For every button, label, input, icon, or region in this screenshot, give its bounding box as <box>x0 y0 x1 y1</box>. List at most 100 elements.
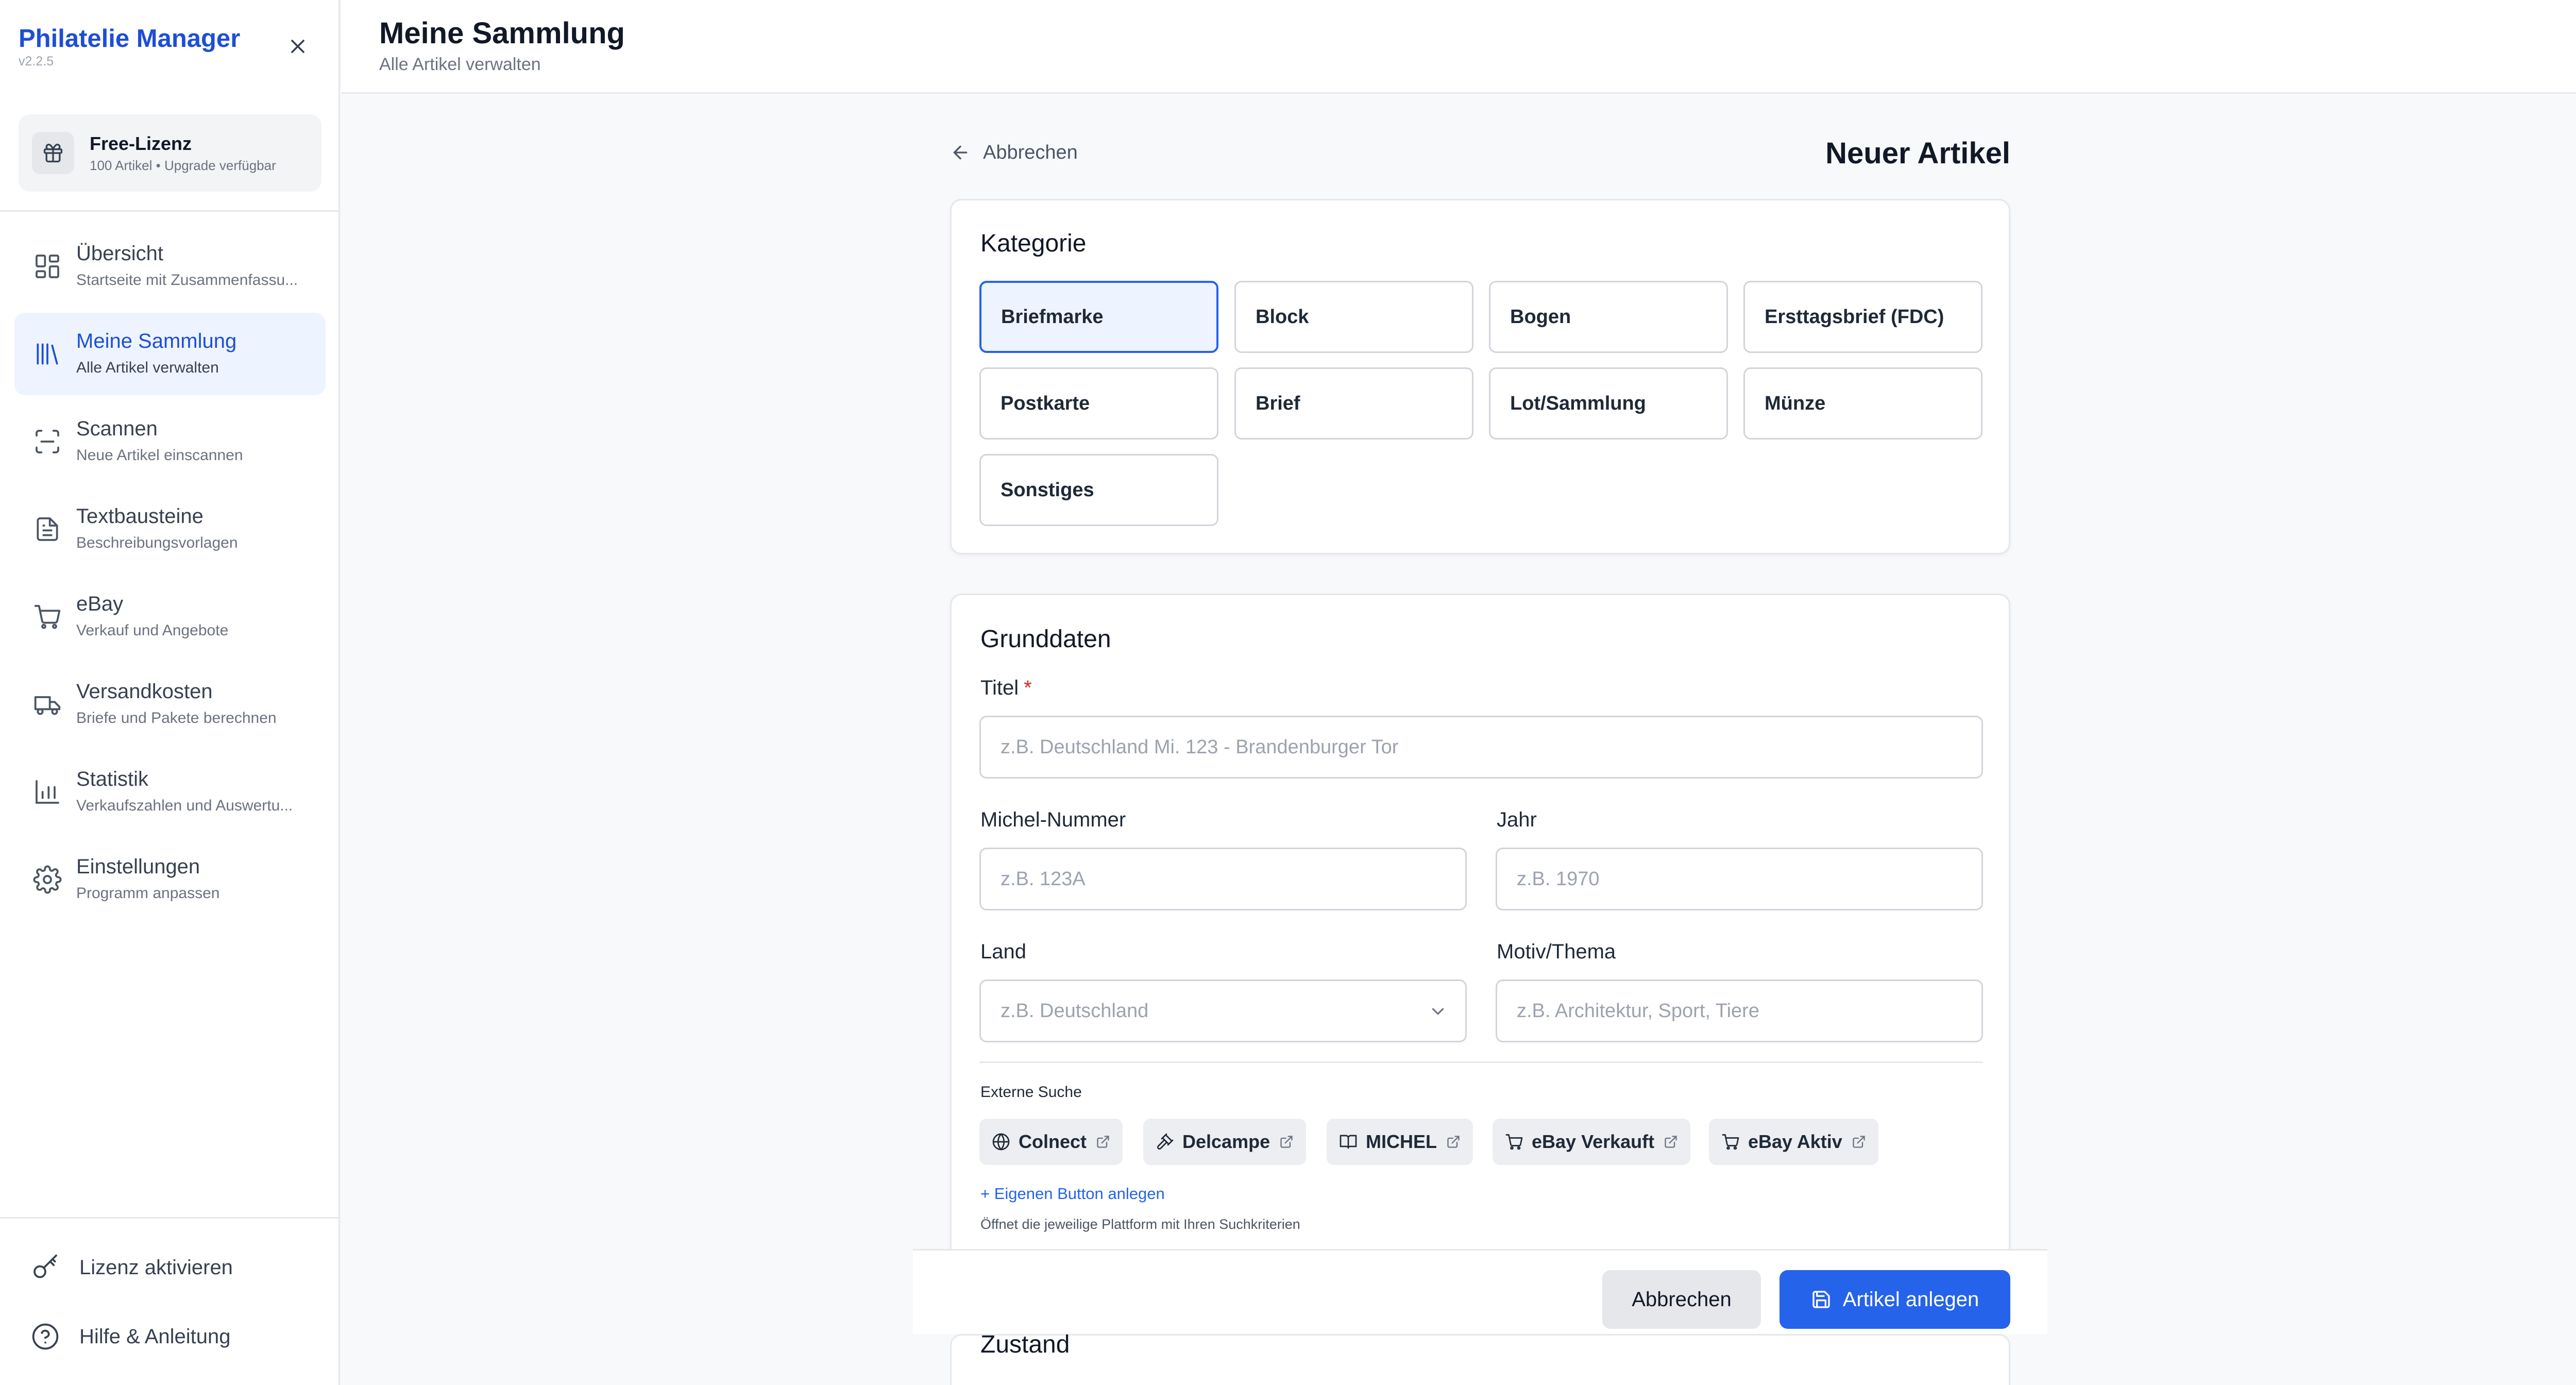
dashboard-grid-icon <box>36 255 59 278</box>
ebay-active-button[interactable]: eBay Aktiv <box>1709 1119 1878 1165</box>
sidebar-item-label: Scannen <box>76 417 158 440</box>
license-title: Free-Lizenz <box>90 133 192 154</box>
ebay-sold-button[interactable]: eBay Verkauft <box>1493 1119 1691 1165</box>
license-icon-box <box>32 132 74 174</box>
scan-icon <box>36 430 59 453</box>
chevron-down-icon <box>1432 1008 1444 1015</box>
license-card[interactable]: Free-Lizenz 100 Artikel • Upgrade verfüg… <box>19 114 321 192</box>
colnect-label: Colnect <box>1019 1131 1087 1152</box>
gavel-icon <box>1157 1133 1174 1150</box>
help-link[interactable]: Hilfe & Anleitung <box>31 1316 231 1357</box>
sidebar-item-sub: Verkaufszahlen und Auswertu... <box>76 797 293 814</box>
category-card: Kategorie Briefmarke Block Bogen Ersttag… <box>950 199 2010 554</box>
sidebar-item-label: Statistik <box>76 768 149 790</box>
michel-button[interactable]: MICHEL <box>1327 1119 1473 1165</box>
sidebar-item-versandkosten[interactable]: Versandkosten Briefe und Pakete berechne… <box>14 663 326 746</box>
category-title: Kategorie <box>980 230 1087 257</box>
sidebar-item-scannen[interactable]: Scannen Neue Artikel einscannen <box>14 400 326 483</box>
basics-card: Grunddaten Titel * z.B. Deutschland Mi. 1… <box>950 594 2010 1263</box>
close-icon <box>291 40 304 53</box>
category-option-brief[interactable]: Brief <box>1234 367 1473 440</box>
sidebar-bottom-divider <box>0 1217 340 1219</box>
year-input[interactable]: z.B. 1970 <box>1496 848 1983 910</box>
year-placeholder: z.B. 1970 <box>1517 868 1600 890</box>
page-title: Meine Sammlung <box>379 16 625 50</box>
cart-icon <box>1722 1134 1739 1150</box>
title-input[interactable]: z.B. Deutschland Mi. 123 - Brandenburger… <box>979 716 1983 779</box>
external-search-hint: Öffnet die jeweilige Plattform mit Ihren… <box>980 1217 1300 1232</box>
country-label: Land <box>980 940 1026 963</box>
gift-icon <box>43 143 63 163</box>
condition-title: Zustand <box>980 1331 1070 1358</box>
cancel-button[interactable]: Abbrechen <box>1602 1270 1761 1329</box>
sidebar-item-uebersicht[interactable]: Übersicht Startseite mit Zusammenfassu..… <box>14 225 326 308</box>
create-article-button[interactable]: Artikel anlegen <box>1780 1270 2010 1329</box>
external-link-icon <box>1097 1136 1109 1148</box>
sidebar-item-ebay[interactable]: eBay Verkauf und Angebote <box>14 576 326 658</box>
plus-icon: + <box>980 1185 990 1203</box>
gear-icon <box>33 865 62 894</box>
category-option-block[interactable]: Block <box>1234 281 1473 353</box>
required-mark: * <box>1024 677 1032 699</box>
back-cancel-link[interactable]: Abbrechen <box>950 137 1078 168</box>
michel-placeholder: z.B. 123A <box>1001 868 1086 890</box>
library-icon <box>37 343 58 365</box>
category-option-bogen[interactable]: Bogen <box>1489 281 1728 353</box>
sidebar-item-einstellungen[interactable]: Einstellungen Programm anpassen <box>14 838 326 921</box>
external-link-icon <box>1447 1136 1460 1148</box>
sidebar-item-sub: Verkauf und Angebote <box>76 622 229 639</box>
globe-icon <box>992 1133 1010 1151</box>
sidebar-item-sub: Programm anpassen <box>76 885 220 902</box>
form-heading: Neuer Artikel <box>1825 137 2010 170</box>
external-search-label: Externe Suche <box>980 1084 1082 1101</box>
motif-input[interactable]: z.B. Architektur, Sport, Tiere <box>1496 979 1983 1042</box>
category-option-muenze[interactable]: Münze <box>1743 367 1982 440</box>
page-header: Meine Sammlung Alle Artikel verwalten <box>342 0 2576 94</box>
external-link-icon <box>1280 1136 1293 1148</box>
title-field-label: Titel * <box>980 677 1032 700</box>
title-label-text: Titel <box>980 677 1019 699</box>
title-placeholder: z.B. Deutschland Mi. 123 - Brandenburger… <box>1001 736 1399 758</box>
category-option-briefmarke[interactable]: Briefmarke <box>979 281 1218 353</box>
sidebar-item-statistik[interactable]: Statistik Verkaufszahlen und Auswertu... <box>14 751 326 833</box>
sidebar-item-label: eBay <box>76 593 124 615</box>
help-circle-icon <box>32 1323 59 1350</box>
external-link-icon <box>1665 1136 1677 1148</box>
sidebar-item-sub: Beschreibungsvorlagen <box>76 534 238 551</box>
help-label: Hilfe & Anleitung <box>79 1325 231 1348</box>
add-custom-button-link[interactable]: + Eigenen Button anlegen <box>980 1185 1165 1203</box>
sidebar-item-sub: Neue Artikel einscannen <box>76 447 243 464</box>
michel-button-label: MICHEL <box>1366 1131 1437 1152</box>
sidebar-item-sub: Briefe und Pakete berechnen <box>76 710 277 727</box>
sidebar-item-sub: Startseite mit Zusammenfassu... <box>76 272 298 289</box>
key-icon <box>33 1254 57 1278</box>
condition-card: Zustand <box>950 1331 2010 1385</box>
activate-license-label: Lizenz aktivieren <box>79 1256 233 1279</box>
sidebar-item-textbausteine[interactable]: Textbausteine Beschreibungsvorlagen <box>14 488 326 570</box>
save-icon <box>1812 1291 1830 1308</box>
category-option-fdc[interactable]: Ersttagsbrief (FDC) <box>1743 281 1982 353</box>
category-option-lot-sammlung[interactable]: Lot/Sammlung <box>1489 367 1728 440</box>
country-placeholder: z.B. Deutschland <box>1001 1000 1149 1022</box>
ebay-active-label: eBay Aktiv <box>1748 1131 1842 1152</box>
book-icon <box>1340 1135 1357 1149</box>
category-option-postkarte[interactable]: Postkarte <box>979 367 1218 440</box>
country-select[interactable]: z.B. Deutschland <box>979 979 1467 1042</box>
sidebar-divider <box>0 210 340 212</box>
sidebar-item-sub: Alle Artikel verwalten <box>76 359 219 376</box>
back-cancel-label: Abbrechen <box>983 141 1078 163</box>
category-option-sonstiges[interactable]: Sonstiges <box>979 454 1218 526</box>
delcampe-button[interactable]: Delcampe <box>1143 1119 1307 1165</box>
michel-label: Michel-Nummer <box>980 808 1126 831</box>
motif-placeholder: z.B. Architektur, Sport, Tiere <box>1517 1000 1759 1022</box>
close-sidebar-button[interactable] <box>282 31 313 62</box>
michel-number-input[interactable]: z.B. 123A <box>979 848 1467 910</box>
app-version: v2.2.5 <box>19 54 54 69</box>
cart-icon <box>1505 1134 1523 1150</box>
cart-icon <box>34 605 61 629</box>
sidebar-item-label: Textbausteine <box>76 505 204 528</box>
sidebar-item-meine-sammlung[interactable]: Meine Sammlung Alle Artikel verwalten <box>14 313 326 395</box>
sidebar-item-label: Versandkosten <box>76 680 213 703</box>
colnect-button[interactable]: Colnect <box>979 1119 1123 1165</box>
activate-license-link[interactable]: Lizenz aktivieren <box>31 1247 233 1288</box>
